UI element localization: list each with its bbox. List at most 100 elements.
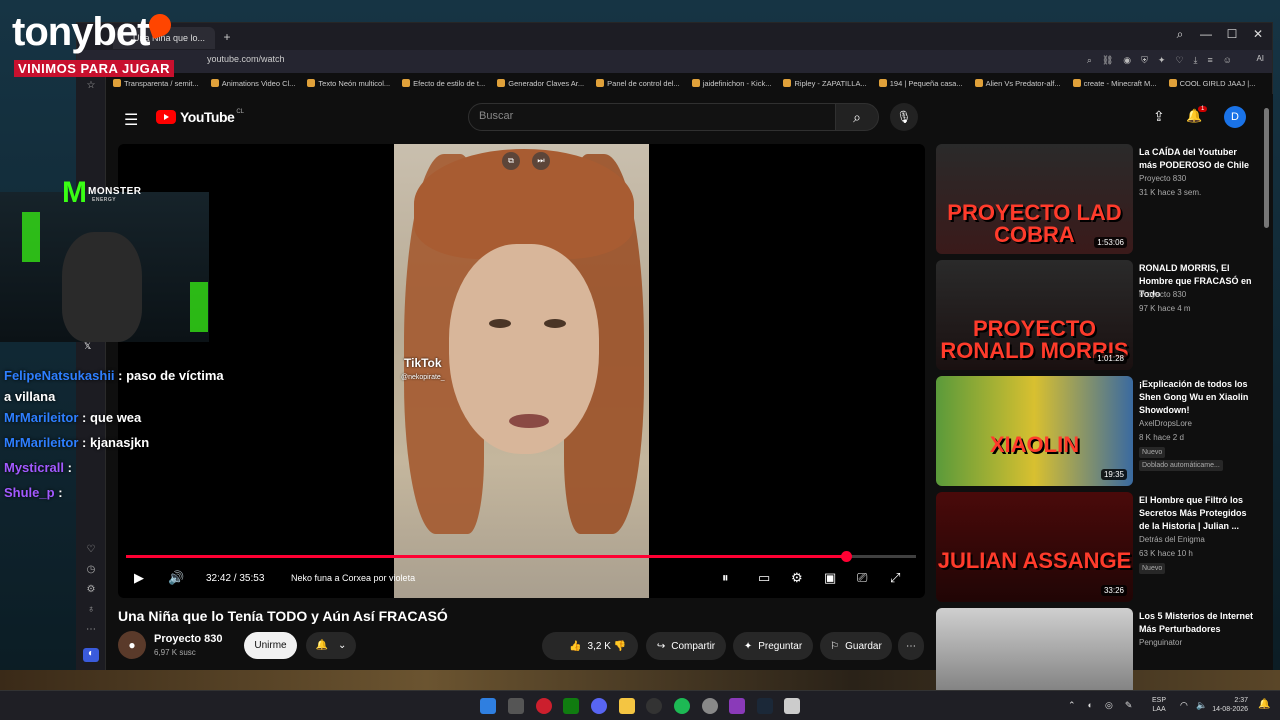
subscribe-bell-button[interactable]: 🔔 ⌄ (306, 632, 356, 659)
chevron-up-icon[interactable]: ⌃ (1068, 700, 1076, 711)
tray-steam-icon[interactable]: ◎ (1105, 700, 1113, 711)
search-input[interactable]: Buscar (468, 103, 836, 131)
theater-mode-icon[interactable]: ▣ (824, 570, 836, 586)
skip-icon[interactable]: ⏭ (532, 152, 550, 170)
fullscreen-icon[interactable]: ⤢ (890, 570, 900, 586)
shield-icon[interactable]: ⛨ (1141, 55, 1148, 66)
notification-center-icon[interactable]: 🔔 (1258, 699, 1270, 710)
chat-username[interactable]: Shule_p (4, 485, 55, 500)
close-icon[interactable]: ✕ (1252, 27, 1264, 42)
bookmark-item[interactable]: create - Minecraft M... (1072, 75, 1157, 91)
star-icon[interactable]: ☆ (83, 80, 99, 94)
zoom-icon[interactable]: ⌕ (1087, 55, 1092, 66)
maximize-icon[interactable]: ☐ (1226, 27, 1238, 42)
bookmark-item[interactable]: Generador Claves Ar... (497, 75, 584, 91)
recommendation-channel[interactable]: AxelDropsLore (1139, 419, 1192, 428)
video-player[interactable]: TikTok @nekopirate_ ⧉ ⏭ ▶ 🔊 32:42 / 35:5… (118, 144, 925, 598)
recommendation-item[interactable]: PROYECTO RONALD MORRIS 1:01:28 RONALD MORR… (936, 260, 1266, 370)
youtube-logo[interactable]: YouTube CL (156, 109, 244, 125)
folder-icon[interactable] (619, 698, 635, 714)
dislike-button[interactable]: 👎 (602, 632, 638, 660)
streamlabs-icon[interactable] (729, 698, 745, 714)
hamburger-menu-icon[interactable]: ☰ (124, 110, 138, 130)
tray-app-icon[interactable]: ◐ (1088, 700, 1093, 711)
account-avatar[interactable]: D (1224, 106, 1246, 128)
obs-icon[interactable] (646, 698, 662, 714)
bookmark-item[interactable]: jaidefinichon - Kick... (691, 75, 771, 91)
recommendation-thumbnail[interactable]: PROYECTO LAD COBRA 1:53:06 (936, 144, 1133, 254)
recommendation-item[interactable]: XIAOLIN 19:35 ¡Explicación de todos los Sh… (936, 376, 1266, 486)
wifi-icon[interactable]: ◠ (1180, 700, 1188, 711)
recommendation-title[interactable]: ¡Explicación de todos los Shen Gong Wu e… (1139, 378, 1257, 417)
heart-icon[interactable]: ♡ (83, 544, 99, 558)
voice-search-button[interactable]: 🎙 (890, 103, 918, 131)
volume-tray-icon[interactable]: 🔈 (1196, 700, 1207, 711)
notepad-icon[interactable] (784, 698, 800, 714)
play-icon[interactable]: ▶ (134, 570, 144, 586)
download-icon[interactable]: ⤓ (1194, 55, 1198, 66)
chat-username[interactable]: MrMarileitor (4, 410, 78, 425)
tray-pen-icon[interactable]: ✎ (1125, 700, 1133, 711)
chat-username[interactable]: Mysticrall (4, 460, 64, 475)
volume-icon[interactable]: 🔊 (168, 570, 184, 586)
chat-username[interactable]: FelipeNatsukashii (4, 368, 115, 383)
progress-bar[interactable] (126, 551, 916, 562)
channel-avatar[interactable]: ● (118, 631, 146, 659)
join-button[interactable]: Unirme (244, 632, 297, 659)
bookmark-item[interactable]: Efecto de estilo de t... (402, 75, 485, 91)
camera-icon[interactable]: ◉ (1123, 55, 1131, 66)
profile-icon[interactable]: ☺ (1223, 55, 1232, 66)
miniplayer-icon[interactable]: ⧉ (502, 152, 520, 170)
recommendation-channel[interactable]: Detrás del Enigma (1139, 535, 1205, 544)
spotify-icon[interactable] (674, 698, 690, 714)
progress-scrubber[interactable] (840, 551, 852, 562)
recommendation-title[interactable]: Los 5 Misterios de Internet Más Perturba… (1139, 610, 1257, 636)
link-icon[interactable]: ⛓ (1102, 55, 1113, 66)
bookmark-item[interactable]: Alien Vs Predator-alf... (974, 75, 1061, 91)
recommendation-item[interactable]: JULIAN ASSANGE 33:26 El Hombre que Filtró … (936, 492, 1266, 602)
steam-icon[interactable] (757, 698, 773, 714)
url-field[interactable]: youtube.com/watch (207, 54, 285, 64)
gear-icon[interactable]: ⚙ (83, 584, 99, 598)
recommendation-channel[interactable]: Proyecto 830 (1139, 174, 1186, 183)
xbox-icon[interactable] (563, 698, 579, 714)
chat-username[interactable]: MrMarileitor (4, 435, 78, 450)
save-button[interactable]: ⚐ Guardar (820, 632, 892, 660)
share-button[interactable]: ↪ Compartir (646, 632, 726, 660)
more-actions-button[interactable]: ⋯ (898, 632, 924, 660)
opera-icon[interactable] (536, 698, 552, 714)
autoplay-toggle-icon[interactable]: ⏸ (722, 570, 729, 586)
app-icon[interactable] (702, 698, 718, 714)
bookmark-item[interactable]: COOL GIRLD JAAJ |... (1168, 75, 1255, 91)
search-tabs-icon[interactable]: ⌕ (1174, 27, 1186, 42)
recommendation-title[interactable]: La CAÍDA del Youtuber más PODEROSO de Ch… (1139, 146, 1257, 172)
bookmark-item[interactable]: Ripley - ZAPATILLA... (783, 75, 867, 91)
bookmark-item[interactable]: Texto Neón multicol... (307, 75, 390, 91)
cast-icon[interactable]: ⎚ (857, 570, 867, 586)
minimize-icon[interactable]: — (1200, 27, 1212, 42)
settings-gear-icon[interactable]: ⚙ (791, 570, 803, 586)
search-button[interactable]: ⌕ (835, 103, 879, 131)
recommendation-thumbnail[interactable]: XIAOLIN 19:35 (936, 376, 1133, 486)
scrollbar-thumb[interactable] (1264, 108, 1269, 228)
task-view-icon[interactable] (508, 698, 524, 714)
history-icon[interactable]: ◷ (83, 564, 99, 578)
bookmark-item[interactable]: Panel de control del... (596, 75, 680, 91)
recommendation-item[interactable]: PROYECTO LAD COBRA 1:53:06 La CAÍDA del Yo… (936, 144, 1266, 254)
language-indicator[interactable]: ESP LAA (1152, 696, 1166, 714)
heart-icon[interactable]: ♡ (1175, 55, 1183, 66)
recommendation-channel[interactable]: Penguinator (1139, 638, 1182, 647)
chapter-title[interactable]: Neko funa a Corxea por violeta (291, 573, 415, 583)
recommendation-thumbnail[interactable]: PROYECTO RONALD MORRIS 1:01:28 (936, 260, 1133, 370)
recommendation-thumbnail[interactable]: JULIAN ASSANGE 33:26 (936, 492, 1133, 602)
bookmark-item[interactable]: Transparenta / semit... (113, 75, 199, 91)
new-tab-button[interactable]: + (219, 29, 235, 45)
ai-button[interactable]: AI (1256, 54, 1264, 63)
page-scrollbar[interactable] (1264, 98, 1269, 668)
bulb-icon[interactable]: ♁ (83, 604, 99, 618)
recommendation-channel[interactable]: Proyecto 830 (1139, 290, 1186, 299)
bookmark-item[interactable]: 194 | Pequeña casa... (878, 75, 963, 91)
more-icon[interactable]: ⋯ (83, 624, 99, 638)
ask-button[interactable]: ✦ Preguntar (733, 632, 813, 660)
subtitles-icon[interactable]: ▭ (758, 570, 770, 586)
